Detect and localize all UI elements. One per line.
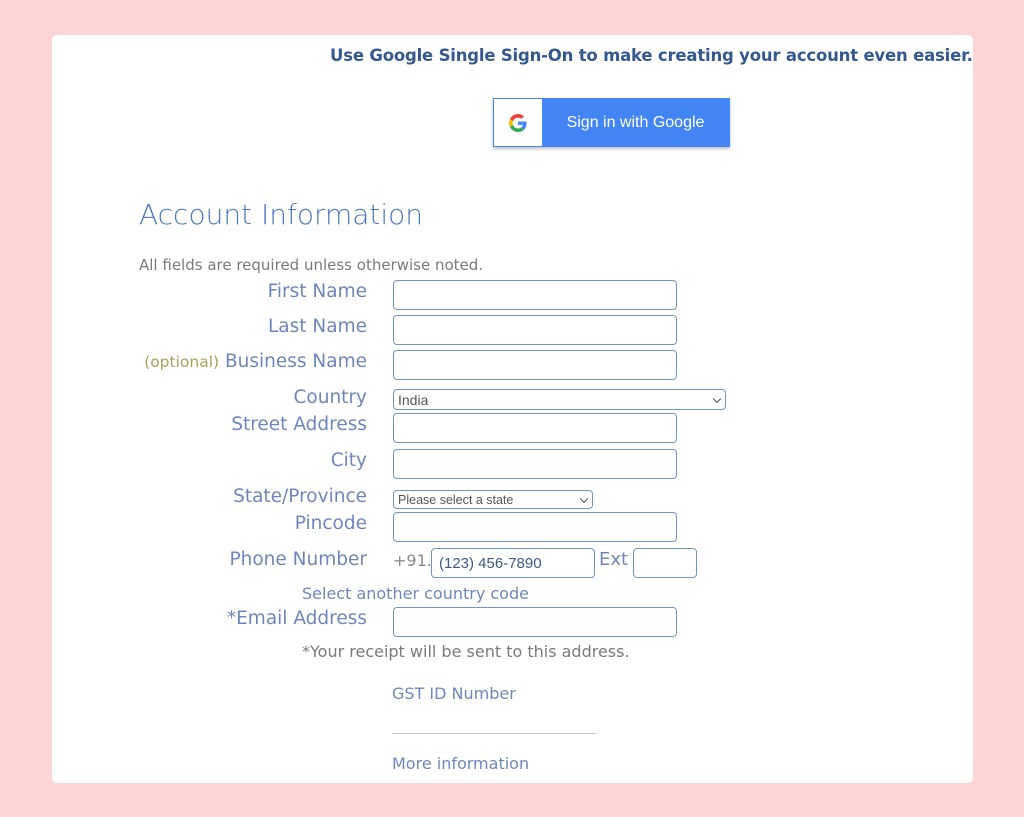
street-address-input[interactable]: [393, 413, 677, 443]
first-name-label: First Name: [267, 281, 367, 302]
pincode-label: Pincode: [294, 513, 367, 534]
state-label: State/Province: [233, 486, 367, 507]
city-input[interactable]: [393, 449, 677, 479]
phone-number-label: Phone Number: [229, 549, 367, 570]
business-name-label-group: (optional) Business Name: [144, 351, 367, 372]
ext-label: Ext: [599, 549, 629, 570]
receipt-note: *Your receipt will be sent to this addre…: [302, 642, 630, 661]
chevron-down-icon: [712, 394, 722, 403]
business-name-label: Business Name: [224, 351, 367, 372]
optional-tag: (optional): [144, 353, 220, 371]
phone-number-input[interactable]: (123) 456-7890: [431, 548, 595, 578]
gst-id-input[interactable]: [392, 706, 596, 734]
first-name-input[interactable]: [393, 280, 677, 310]
state-selected-value: Please select a state: [398, 492, 514, 507]
last-name-label: Last Name: [268, 316, 367, 337]
phone-ext-input[interactable]: [633, 548, 697, 578]
sign-in-with-google-button[interactable]: Sign in with Google: [493, 98, 730, 147]
gst-id-label: GST ID Number: [392, 684, 516, 703]
business-name-input[interactable]: [393, 350, 677, 380]
country-select[interactable]: India: [393, 389, 726, 410]
sign-in-with-google-label: Sign in with Google: [566, 113, 705, 131]
phone-country-prefix: +91.: [393, 551, 432, 570]
select-country-code-link[interactable]: Select another country code: [302, 584, 529, 603]
last-name-input[interactable]: [393, 315, 677, 345]
email-address-input[interactable]: [393, 607, 677, 637]
state-select[interactable]: Please select a state: [393, 490, 593, 509]
email-address-label: *Email Address: [226, 608, 367, 629]
sso-prompt: Use Google Single Sign-On to make creati…: [330, 46, 973, 65]
phone-placeholder: (123) 456-7890: [439, 554, 542, 572]
required-fields-note: All fields are required unless otherwise…: [139, 256, 484, 274]
more-information-link[interactable]: More information: [392, 754, 529, 773]
city-label: City: [330, 450, 367, 471]
pincode-input[interactable]: [393, 512, 677, 542]
country-selected-value: India: [398, 391, 429, 408]
google-g-icon: [494, 99, 542, 146]
chevron-down-icon: [579, 494, 589, 503]
street-address-label: Street Address: [231, 414, 367, 435]
page-title: Account Information: [139, 198, 424, 231]
country-label: Country: [293, 387, 368, 408]
